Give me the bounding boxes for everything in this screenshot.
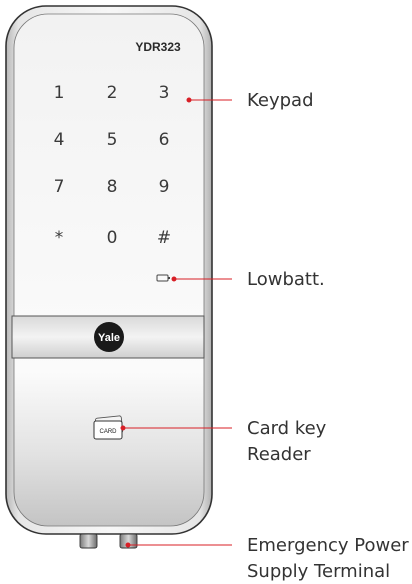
keypad-key-1[interactable]: 1 [54,83,65,103]
keypad-key-0[interactable]: 0 [107,228,118,248]
diagram-canvas: YDR323 1 2 34 5 67 8 9* 0 # Yale CARD Keypad L [5,5,409,582]
keypad-leader-dot [186,97,192,103]
keypad-key-hash[interactable]: # [157,228,171,248]
keypad-key-3[interactable]: 3 [159,83,170,103]
callout-emergency-line2: Supply Terminal [247,561,390,582]
keypad-key-4[interactable]: 4 [54,130,65,150]
emergency-leader-dot [125,542,131,548]
brand-badge-text: Yale [98,332,120,344]
keypad-key-5[interactable]: 5 [107,130,118,150]
keypad-key-6[interactable]: 6 [159,130,170,150]
brand-badge: Yale [94,322,124,352]
keypad-key-7[interactable]: 7 [54,177,65,197]
keypad-key-8[interactable]: 8 [107,177,118,197]
callout-keypad: Keypad [247,90,314,111]
lowbatt-leader-dot [171,276,177,282]
card-leader-dot [120,425,126,431]
model-label: YDR323 [135,40,181,54]
callout-emergency-line1: Emergency Power [247,535,409,556]
keypad-key-9[interactable]: 9 [159,177,170,197]
callout-lowbatt: Lowbatt. [247,269,325,290]
card-label: CARD [99,429,117,435]
callout-card-reader-line2: Reader [247,444,311,465]
keypad-key-2[interactable]: 2 [107,83,118,103]
callout-card-reader-line1: Card key [247,418,327,439]
keypad-key-star[interactable]: * [55,228,64,248]
card-reader-icon: CARD [93,415,124,440]
